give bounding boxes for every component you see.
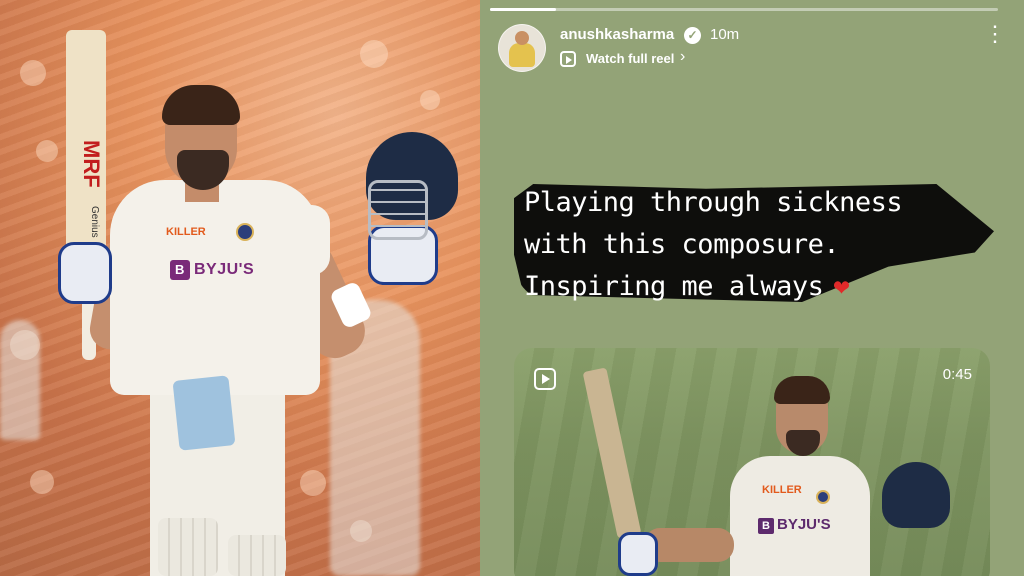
video-cricket-helmet: [882, 462, 950, 528]
watch-full-reel-link[interactable]: Watch full reel: [586, 51, 674, 66]
video-team-crest-icon: [816, 490, 830, 504]
bokeh-light: [360, 40, 388, 68]
chevron-right-icon[interactable]: ›: [680, 48, 685, 66]
story-progress-bar: [490, 8, 998, 11]
cricketer-photo: MRF Genius KILLER B BYJU'S: [0, 0, 480, 576]
caption-line-last: Inspiring me always ❤: [524, 266, 994, 308]
team-crest-icon: [236, 223, 254, 241]
story-timestamp: 10m: [710, 26, 740, 43]
bokeh-light: [20, 60, 46, 86]
video-duration: 0:45: [942, 366, 972, 383]
sponsor-logo-letter: B: [170, 260, 190, 280]
reel-video-preview[interactable]: KILLER B BYJU'S 0:45: [514, 348, 990, 576]
avatar-face: [515, 31, 529, 45]
bat-model-label: Genius: [89, 206, 100, 238]
bat-brand-logo: MRF: [79, 140, 104, 188]
avatar[interactable]: [498, 24, 546, 72]
bokeh-light: [36, 140, 58, 162]
shirt-sponsor-logo: B BYJU'S: [170, 260, 254, 280]
batting-pad-left: [158, 518, 218, 576]
story-caption: Playing through sickness with this compo…: [524, 182, 994, 308]
bokeh-light: [300, 470, 326, 496]
more-options-icon[interactable]: ⋮: [984, 23, 1006, 45]
background-player: [0, 320, 40, 440]
caption-line: Inspiring me always: [524, 271, 824, 302]
video-player-hair: [774, 376, 830, 404]
reel-icon[interactable]: [560, 51, 576, 67]
caption-line: Playing through sickness: [524, 187, 903, 218]
helmet-grille: [368, 180, 428, 240]
story-progress-fill: [490, 8, 557, 11]
bokeh-light: [30, 470, 54, 494]
batting-pad-right: [228, 535, 286, 576]
video-shirt-sponsor-logo: B BYJU'S: [758, 516, 831, 534]
story-username[interactable]: anushkasharma: [560, 26, 674, 43]
caption-line: with this composure.: [524, 229, 840, 260]
avatar-body: [509, 43, 535, 67]
sponsor-name: BYJU'S: [194, 261, 255, 278]
verified-badge-icon: ✓: [684, 27, 701, 44]
video-sponsor-logo-letter: B: [758, 518, 774, 534]
video-reel-icon: [534, 368, 556, 390]
video-kit-maker-logo: KILLER: [762, 484, 802, 496]
kit-maker-logo: KILLER: [166, 226, 206, 238]
heart-emoji-icon: ❤: [833, 271, 850, 302]
video-batting-glove: [618, 532, 658, 576]
video-sponsor-name: BYJU'S: [777, 516, 831, 533]
right-sleeve: [282, 205, 330, 275]
batting-glove-left: [58, 242, 112, 304]
instagram-story[interactable]: anushkasharma ✓ 10m Watch full reel › ⋮ …: [480, 0, 1024, 576]
towel: [172, 375, 236, 451]
bokeh-light: [420, 90, 440, 110]
left-sleeve: [112, 205, 160, 275]
